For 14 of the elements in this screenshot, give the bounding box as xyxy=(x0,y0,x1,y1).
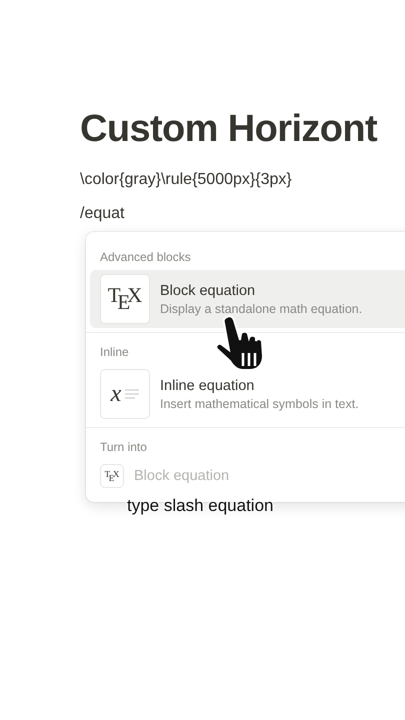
section-heading: Advanced blocks xyxy=(100,250,191,264)
item-description: Insert mathematical symbols in text. xyxy=(160,396,359,410)
item-description: Display a standalone math equation. xyxy=(160,302,362,316)
item-title: Block equation xyxy=(160,282,256,298)
text-line: /equat xyxy=(80,204,124,224)
item-title: Inline equation xyxy=(160,378,254,394)
menu-item[interactable]: x Inline equation Insert mathematical symbols in text. xyxy=(90,365,405,423)
page-title: Custom Horizont xyxy=(80,107,378,152)
section-heading: Inline xyxy=(100,345,129,359)
section-heading: Turn into xyxy=(100,440,147,454)
variable-icon: x xyxy=(100,369,150,419)
video-caption: type slash equation xyxy=(127,496,274,516)
text-line: \color{gray}\rule{5000px}{3px} xyxy=(80,170,292,190)
item-title: Block equation xyxy=(134,468,230,484)
